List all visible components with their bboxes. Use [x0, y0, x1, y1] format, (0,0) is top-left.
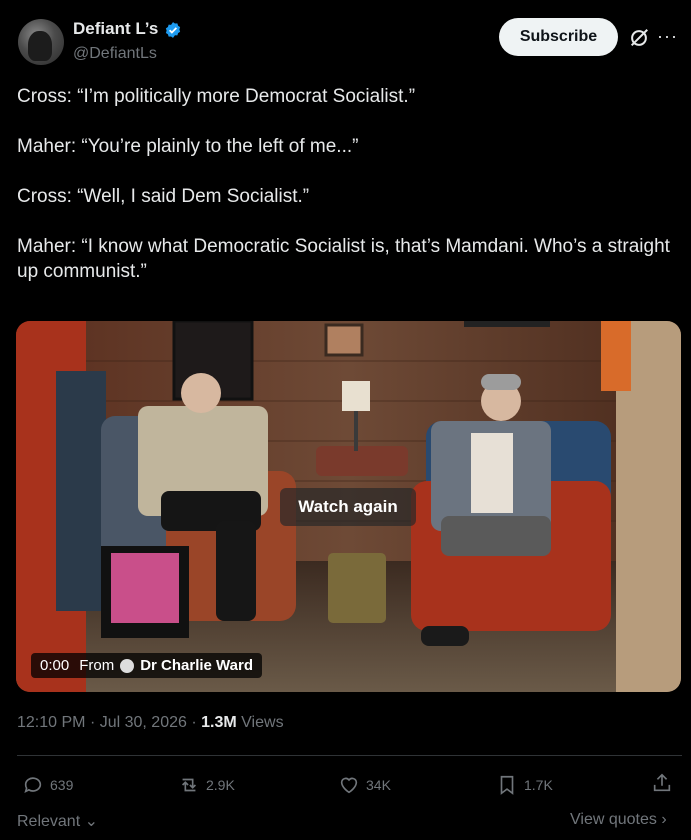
views-label: Views — [241, 714, 284, 731]
video-time: 0:00 — [40, 657, 70, 674]
video-attribution[interactable]: 0:00 From Dr Charlie Ward — [31, 653, 263, 678]
tweet-paragraph: Maher: “You’re plainly to the left of me… — [17, 136, 359, 157]
views-count: 1.3M — [201, 714, 237, 731]
tweet-paragraph: Cross: “Well, I said Dem Socialist.” — [17, 186, 310, 207]
verified-badge-icon — [165, 22, 181, 38]
bookmark-button[interactable]: 1.7K — [496, 772, 553, 798]
heart-icon — [340, 777, 358, 794]
from-label: From — [79, 657, 115, 674]
chevron-down-icon: ⌄ — [80, 813, 99, 830]
more-options-icon[interactable]: ··· — [657, 26, 678, 47]
post-date[interactable]: Jul 30, 2026 — [100, 714, 187, 731]
author-display-name[interactable]: Defiant L’s — [73, 19, 158, 39]
view-quotes-link[interactable]: View quotes › — [570, 811, 667, 829]
author-avatar[interactable] — [18, 19, 64, 65]
repost-icon — [181, 778, 197, 792]
reply-button[interactable]: 639 — [22, 772, 73, 798]
reply-icon — [24, 777, 42, 793]
watch-again-button[interactable]: Watch again — [280, 488, 416, 526]
subscribe-button[interactable]: Subscribe — [499, 18, 618, 56]
tweet-paragraph: Maher: “I know what Democratic Socialist… — [17, 236, 670, 282]
tweet-paragraph: Cross: “I’m politically more Democrat So… — [17, 86, 416, 107]
source-avatar-icon — [120, 658, 135, 673]
post-time[interactable]: 12:10 PM — [17, 714, 85, 731]
like-button[interactable]: 34K — [338, 772, 391, 798]
video-source[interactable]: Dr Charlie Ward — [140, 657, 253, 674]
view-quotes-label: View quotes — [570, 811, 657, 828]
author-handle[interactable]: @DefiantLs — [73, 45, 157, 63]
like-count: 34K — [366, 777, 391, 793]
divider — [17, 755, 682, 756]
bookmark-icon — [500, 775, 514, 795]
reply-count: 639 — [50, 777, 74, 793]
chevron-right-icon: › — [656, 811, 667, 828]
sort-label: Relevant — [17, 813, 81, 830]
grok-icon[interactable] — [628, 27, 650, 49]
repost-button[interactable]: 2.9K — [178, 772, 235, 798]
tweet-timestamp[interactable]: 12:10 PM · Jul 30, 2026 · 1.3M Views — [17, 714, 284, 732]
share-icon[interactable] — [651, 772, 673, 794]
bookmark-count: 1.7K — [524, 777, 553, 793]
tweet-text: Cross: “I’m politically more Democrat So… — [17, 84, 677, 309]
sort-replies-dropdown[interactable]: Relevant ⌄ — [17, 811, 98, 831]
repost-count: 2.9K — [206, 777, 235, 793]
